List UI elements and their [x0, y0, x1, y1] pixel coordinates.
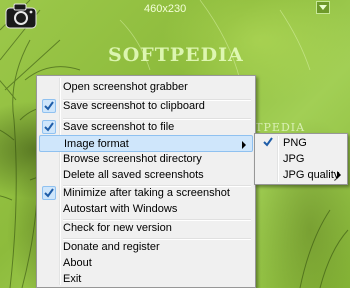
menu-item-donate[interactable]: Donate and register	[39, 239, 253, 256]
menu-item-label: Autostart with Windows	[63, 203, 178, 215]
menu-item-label: Save screenshot to file	[63, 121, 175, 133]
camera-icon	[5, 3, 37, 29]
menu-item-about[interactable]: About	[39, 255, 253, 272]
menu-item-label: Browse screenshot directory	[63, 153, 202, 165]
submenu-item-jpg-quality[interactable]: JPG quality	[257, 167, 345, 183]
menu-item-save-clipboard[interactable]: Save screenshot to clipboard	[39, 98, 253, 115]
context-menu: Open screenshot grabber Save screenshot …	[36, 75, 256, 288]
menu-item-open-grabber[interactable]: Open screenshot grabber	[39, 79, 253, 96]
submenu-item-jpg[interactable]: JPG	[257, 151, 345, 167]
check-icon	[263, 137, 273, 147]
options-dropdown-button[interactable]	[316, 1, 330, 14]
submenu-arrow-icon	[242, 141, 246, 149]
menu-item-label: Exit	[63, 273, 82, 285]
menu-item-label: Donate and register	[63, 241, 160, 253]
menu-item-label: Save screenshot to clipboard	[63, 100, 205, 112]
camera-button[interactable]	[3, 2, 39, 30]
submenu-item-label: JPG	[283, 153, 305, 165]
menu-item-minimize[interactable]: Minimize after taking a screenshot	[39, 185, 253, 202]
submenu-item-png[interactable]: PNG	[257, 135, 345, 151]
check-icon	[42, 120, 56, 134]
image-dimensions-label: 460x230	[144, 3, 187, 15]
menu-item-check-version[interactable]: Check for new version	[39, 220, 253, 237]
menu-item-image-format[interactable]: Image format	[39, 135, 253, 152]
image-format-submenu: PNG JPG JPG quality	[254, 133, 348, 185]
menu-item-label: Minimize after taking a screenshot	[63, 187, 230, 199]
menu-item-label: Open screenshot grabber	[63, 81, 188, 93]
menu-item-autostart[interactable]: Autostart with Windows	[39, 201, 253, 218]
menu-item-delete-screenshots[interactable]: Delete all saved screenshots	[39, 167, 253, 184]
check-icon	[42, 99, 56, 113]
submenu-item-label: PNG	[283, 137, 307, 149]
submenu-arrow-icon	[337, 171, 341, 179]
menu-item-label: Delete all saved screenshots	[63, 169, 204, 181]
menu-item-label: Check for new version	[63, 222, 172, 234]
menu-item-exit[interactable]: Exit	[39, 271, 253, 288]
check-icon	[42, 186, 56, 200]
menu-item-label: About	[63, 257, 92, 269]
submenu-item-label: JPG quality	[283, 169, 340, 181]
watermark: SOFTPEDIA	[108, 44, 244, 66]
menu-item-save-file[interactable]: Save screenshot to file	[39, 119, 253, 136]
menu-item-browse-directory[interactable]: Browse screenshot directory	[39, 151, 253, 168]
